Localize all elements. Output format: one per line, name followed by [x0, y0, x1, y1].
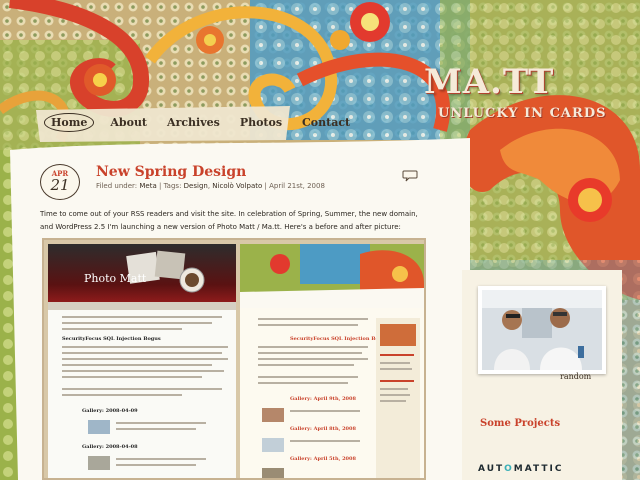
post-meta: Filed under: Meta | Tags: Design, Nicolò… [96, 182, 325, 190]
old-logo: Photo Matt [84, 272, 147, 285]
post-body: Time to come out of your RSS readers and… [40, 210, 418, 231]
post-tag-link[interactable]: Nicolò Volpato [212, 182, 262, 190]
random-photo-image [482, 290, 602, 370]
new-sidebar-photo [380, 324, 416, 346]
new-gallery-thumb [262, 468, 284, 478]
post-category-link[interactable]: Meta [139, 182, 156, 190]
new-gallery-title: Gallery: April 5th, 2008 [290, 456, 356, 462]
old-design-screenshot: Photo Matt SecurityFocus SQL Injection B… [48, 244, 236, 478]
old-gallery-title: Gallery: 2008-04-09 [82, 408, 138, 414]
site-title[interactable]: MA.TT [424, 62, 554, 102]
old-gallery-thumb [88, 420, 110, 434]
nav-about[interactable]: About [106, 114, 151, 131]
new-gallery-title: Gallery: April 9th, 2008 [290, 396, 356, 402]
nav-home[interactable]: Home [44, 112, 95, 132]
old-nav [48, 302, 236, 310]
post-date-badge: APR 21 [40, 164, 80, 200]
new-post-heading: SecurityFocus SQL Injection Bogus [290, 336, 389, 342]
new-gallery-thumb [262, 408, 284, 422]
automattic-logo[interactable]: AUTOMATTIC [478, 464, 563, 474]
nav-contact[interactable]: Contact [298, 114, 354, 131]
random-photo[interactable] [478, 286, 606, 374]
post-date-text: | April 21st, 2008 [264, 182, 325, 190]
automattic-logo-post: MATTIC [513, 464, 564, 474]
post-meta-prefix: Filed under: [96, 182, 138, 190]
main-nav: Home About Archives Photos Contact [36, 104, 350, 140]
nav-archives[interactable]: Archives [163, 114, 224, 131]
post-tag-link[interactable]: Design [184, 182, 208, 190]
old-post-heading: SecurityFocus SQL Injection Bogus [62, 336, 161, 342]
automattic-logo-pre: AUT [478, 464, 505, 474]
automattic-logo-o: O [504, 464, 514, 474]
comment-bubble-icon[interactable] [402, 170, 418, 182]
new-design-screenshot: SecurityFocus SQL Injection Bogus Galler… [240, 244, 424, 478]
new-gallery-thumb [262, 438, 284, 452]
new-header-collage [240, 244, 424, 308]
site-tagline: UNLUCKY IN CARDS [438, 106, 607, 121]
old-gallery-thumb [88, 456, 110, 470]
post-tags-prefix: | Tags: [158, 182, 182, 190]
post-date-day: 21 [50, 176, 70, 194]
new-gallery-title: Gallery: April 8th, 2008 [290, 426, 356, 432]
random-photo-label: random [560, 372, 592, 381]
nav-photos[interactable]: Photos [236, 114, 286, 131]
before-after-image: Photo Matt SecurityFocus SQL Injection B… [42, 238, 426, 480]
projects-heading: Some Projects [480, 418, 561, 429]
old-gallery-title: Gallery: 2008-04-08 [82, 444, 138, 450]
post-title[interactable]: New Spring Design [96, 164, 246, 180]
